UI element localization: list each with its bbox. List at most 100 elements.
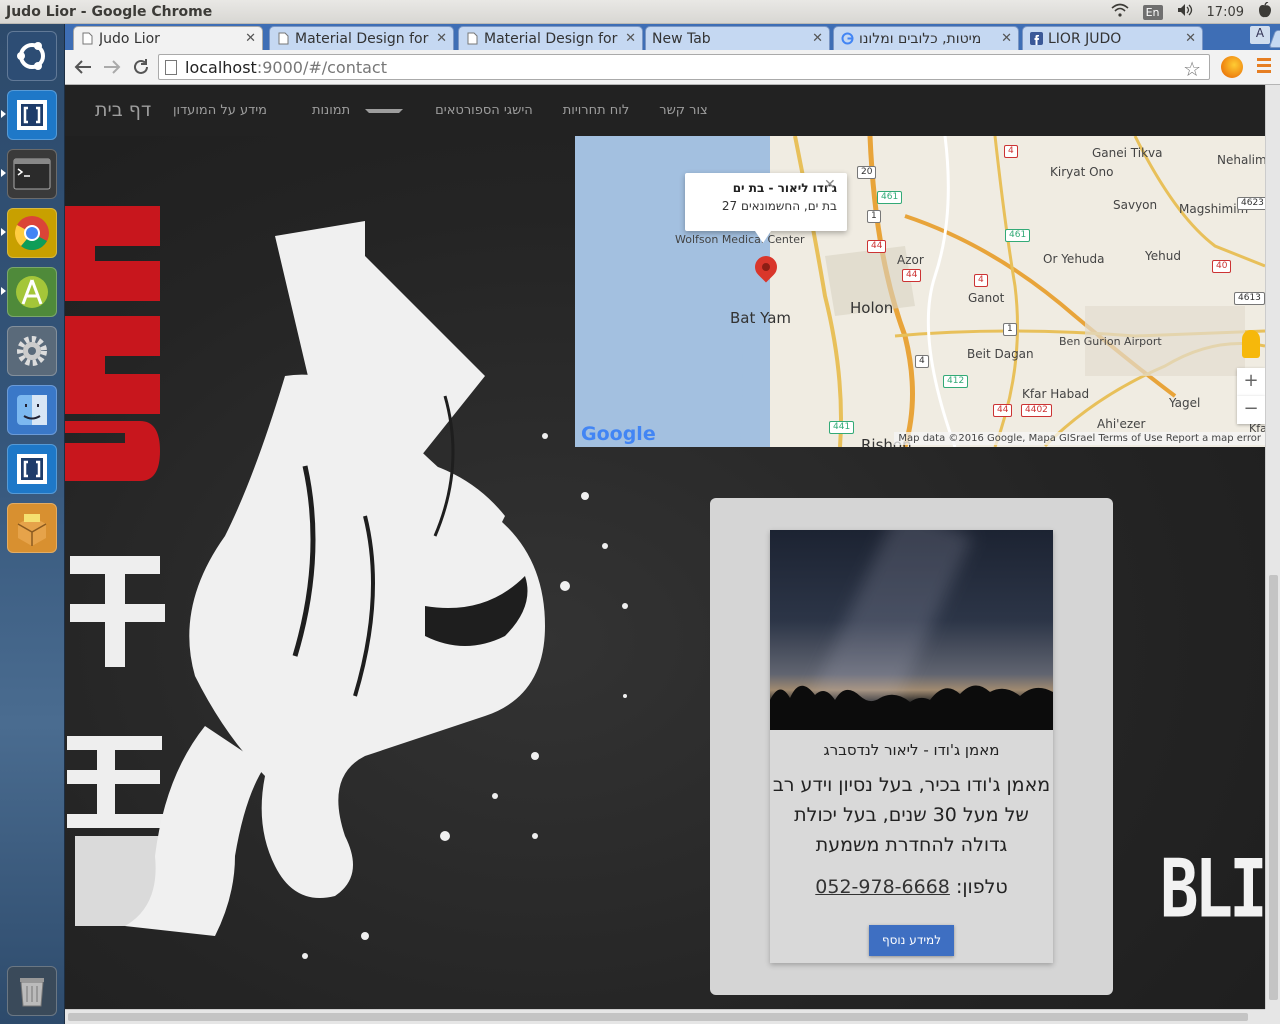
system-tray: En 17:09 [1111, 0, 1272, 24]
chrome-icon[interactable] [7, 208, 57, 258]
road-shield: 461 [1005, 229, 1031, 242]
road-shield: 4 [974, 274, 988, 287]
close-tab-icon[interactable]: ✕ [245, 31, 256, 46]
map-label-beit-dagan: Beit Dagan [967, 347, 1034, 361]
phone-link[interactable]: 052-978-6668 [815, 876, 950, 898]
road-shield: 4402 [1021, 404, 1052, 417]
scrollbar-thumb[interactable] [1269, 575, 1278, 1000]
more-info-button[interactable]: למידע נוסף [869, 925, 954, 956]
map-label-nehalim: Nehalim [1217, 153, 1265, 167]
clock[interactable]: 17:09 [1207, 5, 1244, 20]
map-label-yehud: Yehud [1145, 249, 1181, 263]
reload-icon[interactable] [129, 56, 153, 78]
trash-icon[interactable] [7, 966, 57, 1016]
nav-link-photos[interactable]: תמונות [282, 103, 420, 118]
road-shield: 4613 [1234, 292, 1265, 305]
night-sky-image [770, 530, 1053, 730]
road-shield: 44 [867, 240, 887, 253]
extension-icon[interactable] [1221, 56, 1243, 78]
site-navbar: דף בית מידע על המועדון תמונות הישגי הספו… [65, 85, 1265, 136]
road-shield: 1 [867, 210, 881, 223]
map-label-yagel: Yagel [1169, 396, 1201, 410]
nav-link-competitions[interactable]: לוח תחרויות [548, 103, 644, 118]
zoom-in-button[interactable]: + [1237, 368, 1265, 396]
tab-material-design-2[interactable]: Material Design for ✕ [458, 26, 643, 50]
brackets-icon[interactable] [7, 90, 57, 140]
road-shield: 441 [829, 421, 855, 434]
running-indicator [1, 110, 6, 118]
tab-lior-judo[interactable]: LIOR JUDO ✕ [1022, 26, 1203, 50]
bookmark-star-icon[interactable]: ☆ [1183, 57, 1201, 81]
terminal-icon[interactable] [7, 149, 57, 199]
close-tab-icon[interactable]: ✕ [1001, 31, 1012, 46]
nav-link-club-info[interactable]: מידע על המועדון [158, 103, 282, 118]
tab-hebrew-search[interactable]: מיטות, כלובים ומלונו ✕ [833, 26, 1019, 50]
brackets-icon-2[interactable] [7, 444, 57, 494]
nav-brand-home[interactable]: דף בית [95, 99, 151, 121]
keyboard-layout-indicator[interactable]: En [1142, 4, 1163, 20]
map-label-kiryat-ono: Kiryat Ono [1050, 165, 1114, 179]
address-bar[interactable]: localhost:9000/#/contact ☆ [158, 54, 1210, 81]
card-description: מאמן ג'ודו בכיר, בעל נסיון וידע רב של מע… [772, 774, 1051, 856]
info-window-address: בת ים, החשמונאים 27 [721, 199, 837, 213]
running-indicator [1, 169, 6, 177]
forward-arrow-icon[interactable] [100, 56, 124, 78]
tab-label: Material Design for [484, 30, 618, 47]
android-studio-icon[interactable] [7, 267, 57, 317]
tab-new-tab[interactable]: New Tab ✕ [645, 26, 830, 50]
browser-tab-strip: Judo Lior ✕ Material Design for ✕ Materi… [65, 24, 1280, 50]
street-view-pegman-icon[interactable] [1242, 330, 1260, 358]
nav-links: מידע על המועדון תמונות הישגי הספורטאים ל… [158, 85, 723, 136]
window-title: Judo Lior - Google Chrome [6, 3, 213, 20]
chevron-down-icon [365, 108, 404, 113]
map-label-bat-yam: Bat Yam [730, 309, 792, 327]
back-arrow-icon[interactable] [71, 56, 95, 78]
google-map[interactable]: Bat Yam Holon Azor Ganot Or Yehuda Yehud… [575, 136, 1265, 447]
info-window-title: ג'ודו ליאור - בת ים [732, 181, 837, 195]
zoom-out-button[interactable]: − [1237, 396, 1265, 424]
tab-material-design-1[interactable]: Material Design for ✕ [269, 26, 454, 50]
horizontal-scrollbar[interactable] [65, 1009, 1265, 1024]
close-tab-icon[interactable]: ✕ [436, 31, 447, 46]
apple-menu-icon[interactable] [1258, 1, 1272, 22]
facebook-icon [1029, 32, 1043, 46]
package-icon[interactable] [7, 503, 57, 553]
road-shield: 44 [902, 269, 922, 282]
close-tab-icon[interactable]: ✕ [1185, 31, 1196, 46]
running-indicator [1, 228, 6, 236]
nav-link-photos-label: תמונות [311, 103, 351, 118]
finder-icon[interactable] [7, 385, 57, 435]
map-info-window: ✕ ג'ודו ליאור - בת ים בת ים, החשמונאים 2… [685, 173, 847, 231]
road-shield: 4 [915, 355, 929, 368]
map-roads [575, 136, 1265, 447]
page-viewport: דף בית מידע על המועדון תמונות הישגי הספו… [65, 85, 1265, 1009]
google-icon [840, 32, 854, 46]
wifi-icon[interactable] [1111, 3, 1129, 21]
nav-link-contact[interactable]: צור קשר [644, 103, 723, 118]
road-shield: 44 [993, 404, 1013, 417]
map-attribution[interactable]: Map data ©2016 Google, Mapa GISrael Term… [894, 432, 1265, 445]
page-info-icon[interactable] [165, 59, 177, 75]
tab-judo-lior[interactable]: Judo Lior ✕ [73, 26, 263, 50]
profile-button[interactable]: A [1250, 26, 1270, 44]
nav-link-achievements[interactable]: הישגי הספורטאים [420, 103, 548, 118]
road-shield: 1 [1003, 323, 1017, 336]
map-label-or-yehuda: Or Yehuda [1043, 252, 1105, 266]
new-tab-button[interactable] [1268, 30, 1280, 48]
vertical-scrollbar[interactable] [1265, 85, 1280, 1009]
url-host: localhost [185, 57, 257, 77]
map-label-wolfson: Wolfson Medical Center [675, 233, 805, 246]
close-tab-icon[interactable]: ✕ [812, 31, 823, 46]
close-tab-icon[interactable]: ✕ [625, 31, 636, 46]
ubuntu-dash-icon[interactable] [7, 31, 57, 81]
road-shield: 40 [1212, 260, 1232, 273]
scrollbar-thumb[interactable] [68, 1013, 1248, 1021]
settings-icon[interactable] [7, 326, 57, 376]
close-icon[interactable]: ✕ [824, 177, 836, 193]
tab-label: מיטות, כלובים ומלונו [859, 30, 982, 47]
volume-icon[interactable] [1177, 3, 1193, 21]
chrome-menu-icon[interactable] [1257, 58, 1271, 76]
card-phone: טלפון: 052-978-6668 [770, 876, 1053, 898]
map-label-ganot: Ganot [968, 291, 1005, 305]
page-icon [465, 32, 479, 46]
